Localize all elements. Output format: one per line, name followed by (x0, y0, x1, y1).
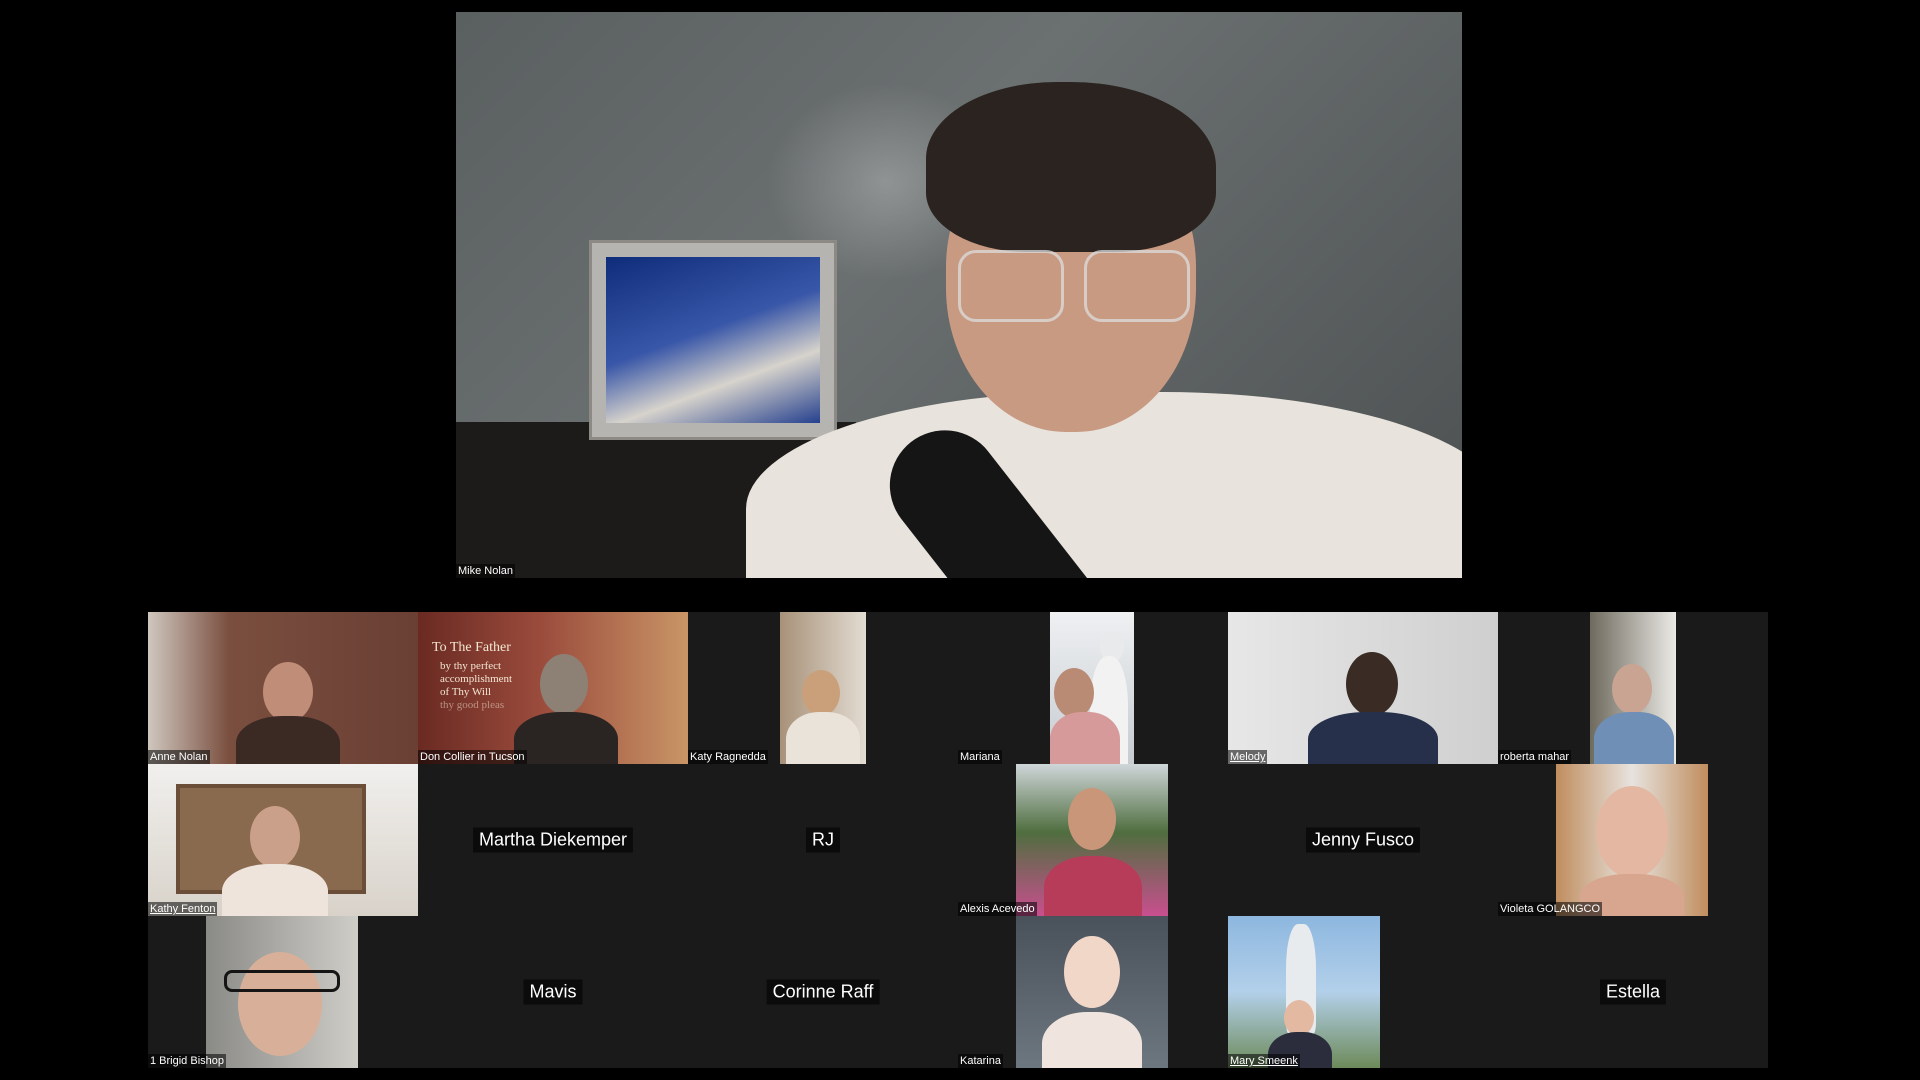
participant-video (1228, 612, 1498, 764)
participant-name: Alexis Acevedo (958, 902, 1037, 916)
participant-tile[interactable]: Mariana (958, 612, 1228, 764)
participant-video: To The Father by thy perfect accomplishm… (418, 612, 688, 764)
participant-name: Don Collier in Tucson (418, 750, 527, 764)
participant-name: 1 Brigid Bishop (148, 1054, 226, 1068)
participant-tile[interactable]: To The Father by thy perfect accomplishm… (418, 612, 688, 764)
participant-tile[interactable]: Mavis (418, 916, 688, 1068)
participant-tile[interactable]: Katy Ragnedda (688, 612, 958, 764)
participant-name: Anne Nolan (148, 750, 210, 764)
participant-video (1016, 764, 1168, 916)
participant-name: Katarina (958, 1054, 1003, 1068)
background-caption: by thy perfect accomplishment of Thy Wil… (440, 660, 513, 711)
participant-tile[interactable]: Kathy Fenton (148, 764, 418, 916)
participant-name: Mavis (523, 979, 583, 1005)
participant-video (1016, 916, 1168, 1068)
participant-name: roberta mahar (1498, 750, 1572, 764)
participant-video (148, 764, 418, 916)
participant-tile[interactable]: Anne Nolan (148, 612, 418, 764)
participant-tile[interactable]: Melody (1228, 612, 1498, 764)
participant-name: Martha Diekemper (472, 827, 634, 853)
participant-name: Corinne Raff (766, 979, 880, 1005)
participant-video (1556, 764, 1708, 916)
participant-video (1050, 612, 1134, 764)
participant-video (1590, 612, 1676, 764)
participant-tile[interactable]: RJ (688, 764, 958, 916)
participant-tile[interactable]: Violeta GOLANGCO (1498, 764, 1768, 916)
participant-video (148, 612, 418, 764)
participant-tile[interactable]: Jenny Fusco (1228, 764, 1498, 916)
participant-video (1228, 916, 1498, 1068)
participant-tile[interactable]: Corinne Raff (688, 916, 958, 1068)
participant-tile[interactable]: roberta mahar (1498, 612, 1768, 764)
framed-picture (589, 240, 837, 440)
participant-tile[interactable]: Katarina (958, 916, 1228, 1068)
speaker-hair (926, 82, 1216, 252)
participant-name: Jenny Fusco (1305, 827, 1421, 853)
participant-tile[interactable]: 1 Brigid Bishop (148, 916, 418, 1068)
participant-name: Violeta GOLANGCO (1498, 902, 1603, 916)
speaker-glasses (958, 250, 1190, 322)
participant-name: Melody (1228, 750, 1268, 764)
participant-name: Katy Ragnedda (688, 750, 768, 764)
participant-tile[interactable]: Martha Diekemper (418, 764, 688, 916)
participant-name: Mary Smeenk (1228, 1054, 1300, 1068)
speaker-name-label: Mike Nolan (456, 564, 516, 578)
active-speaker-video[interactable]: Mike Nolan (456, 12, 1462, 578)
participant-gallery: Anne Nolan To The Father by thy perfect … (148, 612, 1768, 1068)
participant-name: Estella (1599, 979, 1667, 1005)
participant-video (206, 916, 358, 1068)
participant-tile[interactable]: Alexis Acevedo (958, 764, 1228, 916)
participant-name: Mariana (958, 750, 1002, 764)
background-title: To The Father (432, 640, 511, 655)
participant-name: Kathy Fenton (148, 902, 218, 916)
participant-video (780, 612, 866, 764)
participant-tile[interactable]: Mary Smeenk (1228, 916, 1498, 1068)
participant-name: RJ (806, 827, 840, 853)
participant-tile[interactable]: Estella (1498, 916, 1768, 1068)
